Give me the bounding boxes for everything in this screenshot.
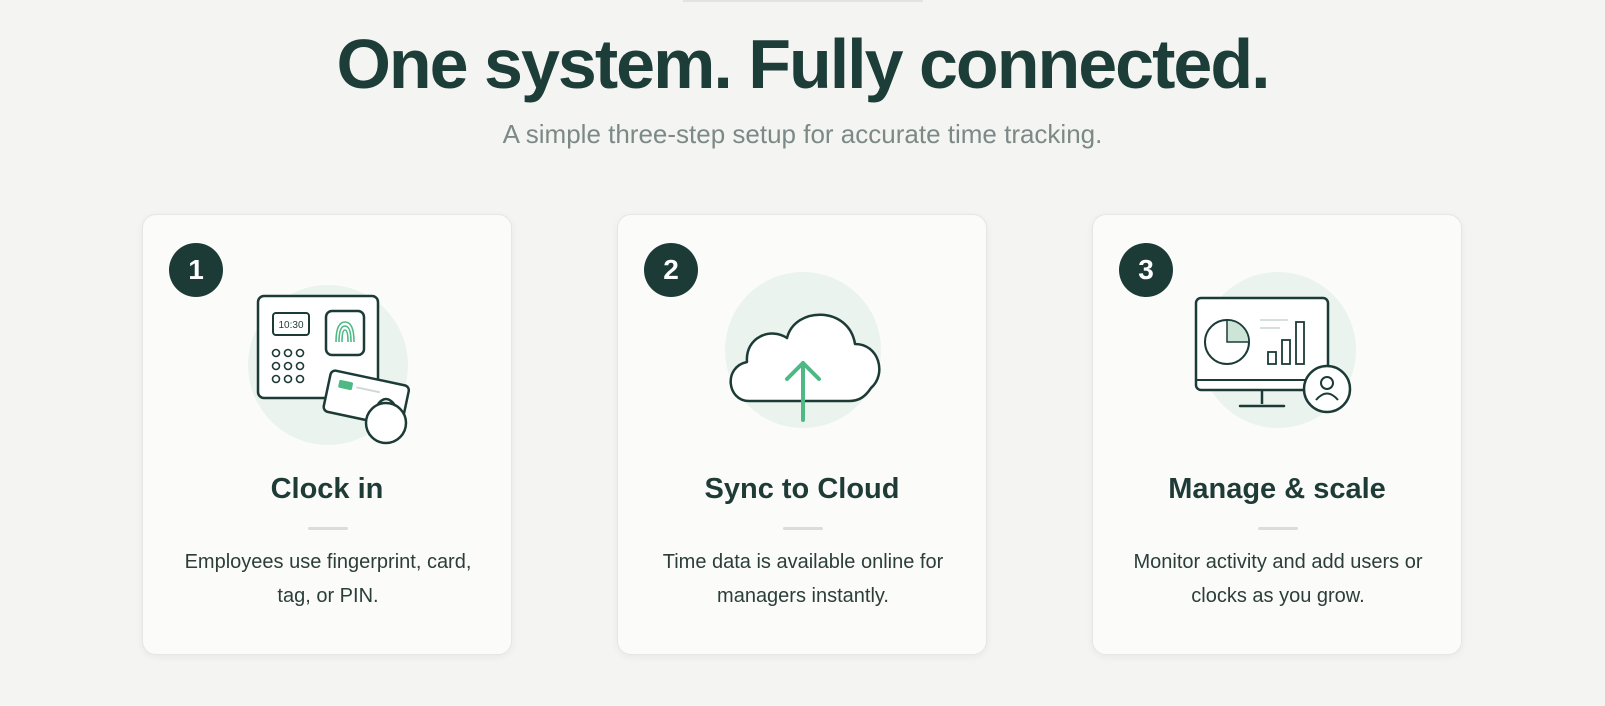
cloud-upload-icon	[725, 272, 881, 428]
step-card-clock-in: 1 10:30 Clock in Employees use fingerpri…	[142, 214, 512, 655]
step-description: Time data is available online for manage…	[662, 551, 944, 607]
step-number-badge: 3	[1119, 243, 1173, 297]
dashboard-monitor-icon	[1194, 272, 1356, 428]
step-card-sync-to-cloud: 2 Sync to Cloud Time data is available o…	[617, 214, 987, 655]
step-description: Monitor activity and add users or clocks…	[1133, 551, 1423, 607]
step-title: Sync to Cloud	[704, 473, 900, 505]
step-divider	[308, 527, 348, 530]
time-clock-terminal-icon: 10:30	[248, 285, 411, 445]
step-title: Manage & scale	[1168, 473, 1386, 505]
step-card-manage-and-scale: 3 Manage & scale Monitor activity and ad…	[1092, 214, 1462, 655]
step-number-badge: 2	[644, 243, 698, 297]
top-divider	[682, 0, 923, 2]
clock-display-time: 10:30	[278, 320, 303, 331]
step-divider	[1258, 527, 1298, 530]
step-divider	[783, 527, 823, 530]
step-title: Clock in	[270, 473, 384, 505]
step-description: Employees use fingerprint, card, tag, or…	[184, 551, 472, 607]
page-headline: One system. Fully connected.	[336, 25, 1270, 103]
step-number-badge: 1	[169, 243, 223, 297]
page-subheadline: A simple three-step setup for accurate t…	[502, 119, 1103, 149]
